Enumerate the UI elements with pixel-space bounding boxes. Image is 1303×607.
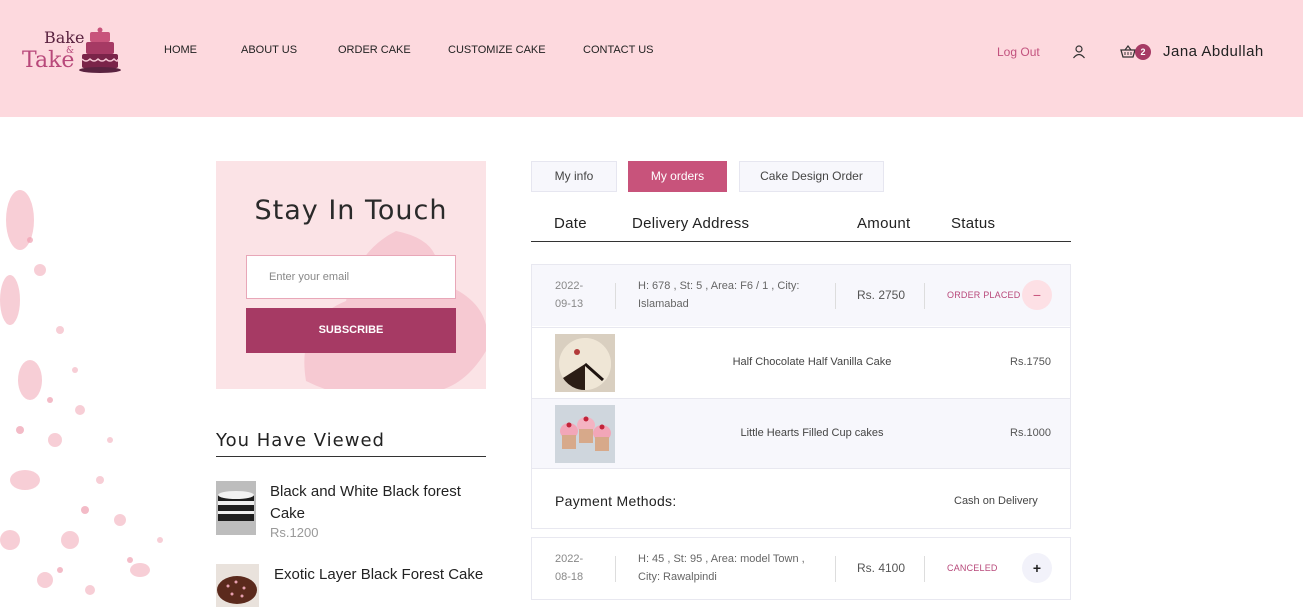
nav-home[interactable]: HOME: [164, 44, 197, 56]
table-header-divider: [531, 241, 1071, 242]
order-date: 2022- 08-18: [555, 550, 583, 586]
subscribe-button[interactable]: SUBSCRIBE: [246, 308, 456, 353]
tab-my-info[interactable]: My info: [531, 161, 617, 192]
newsletter-box: Stay In Touch Enter your email SUBSCRIBE: [216, 161, 486, 389]
order-item-price: Rs.1000: [1010, 427, 1051, 439]
payment-value: Cash on Delivery: [954, 495, 1038, 507]
column-divider: [924, 283, 925, 309]
logo-word-take: Take: [22, 48, 75, 73]
order-address: H: 45 , St: 95 , Area: model Town , City…: [638, 553, 805, 583]
viewed-item-name[interactable]: Exotic Layer Black Forest Cake: [274, 564, 489, 586]
column-divider: [924, 556, 925, 582]
nav-contact-us[interactable]: CONTACT US: [583, 44, 654, 56]
order-date-day: 09-13: [555, 298, 584, 310]
order-item-price: Rs.1750: [1010, 356, 1051, 368]
column-divider: [835, 283, 836, 309]
header-status: Status: [951, 215, 996, 232]
nav-order-cake[interactable]: ORDER CAKE: [338, 44, 411, 56]
newsletter-title: Stay In Touch: [254, 195, 448, 226]
order-date: 2022- 09-13: [555, 277, 583, 313]
site-header: Bake & Take HOME ABOUT US ORDER CAKE CUS…: [0, 0, 1303, 117]
order-address: H: 678 , St: 5 , Area: F6 / 1 , City: Is…: [638, 280, 800, 310]
tab-cake-design-order[interactable]: Cake Design Order: [739, 161, 884, 192]
header-amount: Amount: [857, 215, 911, 232]
payment-methods: Payment Methods: Cash on Delivery: [532, 468, 1070, 528]
viewed-item-name[interactable]: Black and White Black forest Cake: [270, 481, 485, 525]
nav-about-us[interactable]: ABOUT US: [241, 44, 297, 56]
exotic-layer-cake-image[interactable]: [216, 564, 259, 607]
payment-label: Payment Methods:: [555, 493, 677, 509]
logout-link[interactable]: Log Out: [997, 45, 1040, 59]
username[interactable]: Jana Abdullah: [1163, 43, 1264, 60]
cupcakes-image: [555, 405, 615, 463]
collapse-toggle[interactable]: −: [1022, 280, 1052, 310]
order-status: CANCELED: [947, 563, 998, 573]
cart-count-badge: 2: [1135, 44, 1151, 60]
tab-my-orders[interactable]: My orders: [628, 161, 727, 192]
order-amount: Rs. 4100: [857, 561, 906, 575]
order-summary[interactable]: 2022- 08-18 H: 45 , St: 95 , Area: model…: [532, 538, 1070, 599]
order-date-year: 2022-: [555, 280, 584, 292]
column-divider: [835, 556, 836, 582]
order-item: Half Chocolate Half Vanilla Cake Rs.1750: [532, 327, 1070, 397]
column-divider: [615, 556, 616, 582]
order-summary[interactable]: 2022- 09-13 H: 678 , St: 5 , Area: F6 / …: [532, 265, 1070, 326]
header-delivery-address: Delivery Address: [632, 215, 750, 232]
order-status: ORDER PLACED: [947, 290, 1021, 300]
header-date: Date: [554, 215, 587, 232]
viewed-divider: [216, 456, 486, 457]
viewed-item-price: Rs.1200: [270, 525, 319, 540]
user-icon[interactable]: [1071, 44, 1087, 65]
brand-logo[interactable]: Bake & Take: [22, 26, 122, 78]
viewed-title: You Have Viewed: [216, 430, 385, 451]
half-chocolate-vanilla-cake-image: [555, 334, 615, 392]
black-white-cake-image[interactable]: [216, 481, 256, 535]
cart-icon[interactable]: [1120, 44, 1136, 65]
order-amount: Rs. 2750: [857, 288, 906, 302]
order-item-name: Little Hearts Filled Cup cakes: [740, 427, 884, 439]
order-row: 2022- 08-18 H: 45 , St: 95 , Area: model…: [531, 537, 1071, 600]
order-item-name: Half Chocolate Half Vanilla Cake: [732, 356, 892, 368]
decorative-splash: [0, 190, 163, 595]
order-date-day: 08-18: [555, 571, 584, 583]
nav-customize-cake[interactable]: CUSTOMIZE CAKE: [448, 44, 546, 56]
order-item: Little Hearts Filled Cup cakes Rs.1000: [532, 398, 1070, 468]
order-row: 2022- 09-13 H: 678 , St: 5 , Area: F6 / …: [531, 264, 1071, 529]
column-divider: [615, 283, 616, 309]
expand-toggle[interactable]: +: [1022, 553, 1052, 583]
email-input[interactable]: Enter your email: [246, 255, 456, 299]
cake-logo-icon: [79, 27, 121, 73]
order-date-year: 2022-: [555, 553, 584, 565]
